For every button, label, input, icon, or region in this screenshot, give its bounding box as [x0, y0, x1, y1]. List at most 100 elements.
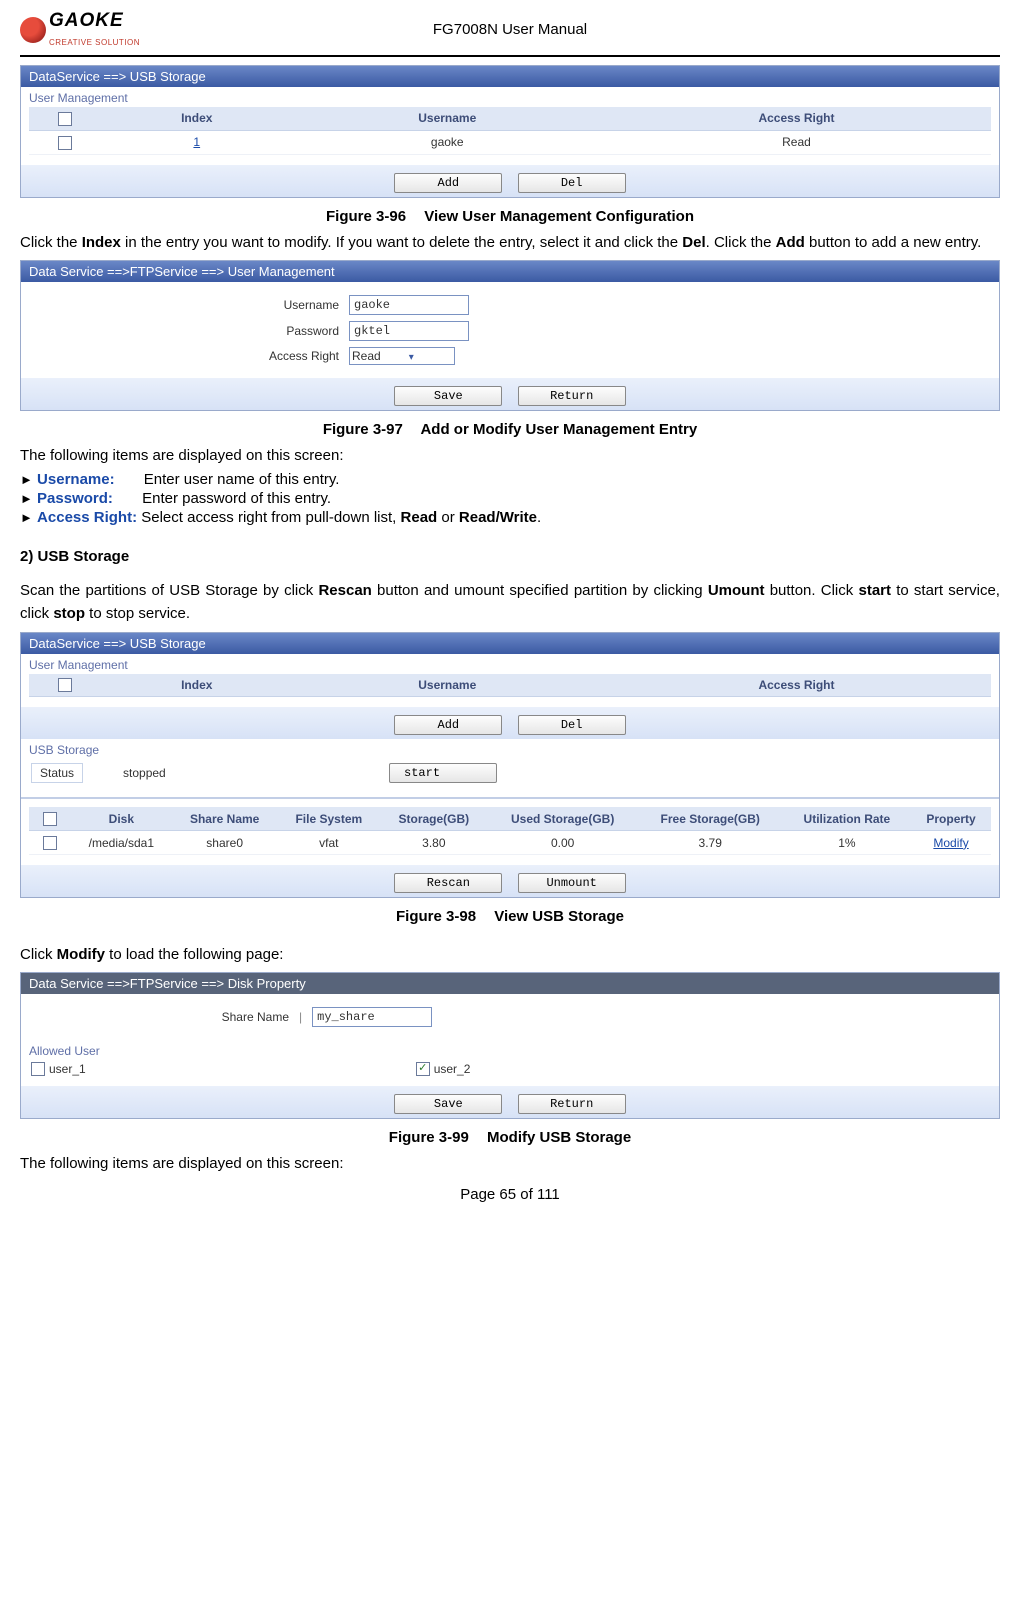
figure-98-caption: Figure 3-98 View USB Storage: [20, 908, 1000, 925]
index-link[interactable]: 1: [193, 135, 200, 149]
unmount-button[interactable]: Unmount: [518, 873, 626, 893]
fig98-usb-label: USB Storage: [21, 739, 999, 757]
brand-logo: GAOKE CREATIVE SOLUTION: [20, 10, 140, 49]
figure-title: View User Management Configuration: [424, 208, 694, 225]
cell-util: 1%: [783, 831, 911, 855]
brand-main: GAOKE: [49, 10, 124, 31]
logo-icon: [20, 17, 46, 43]
section-2-heading: 2) USB Storage: [20, 548, 1000, 565]
del-button[interactable]: Del: [518, 715, 626, 735]
page-header: GAOKE CREATIVE SOLUTION FG7008N User Man…: [20, 10, 1000, 57]
def-access-right: ► Access Right: Select access right from…: [20, 509, 1000, 526]
fig96-fieldset-label: User Management: [21, 87, 999, 105]
col-used-storage: Used Storage(GB): [488, 807, 638, 830]
user2-checkbox[interactable]: [416, 1062, 430, 1076]
col-access-right: Access Right: [602, 107, 991, 130]
select-all-checkbox[interactable]: [58, 678, 72, 692]
return-button[interactable]: Return: [518, 386, 626, 406]
table-row: 1 gaoke Read: [29, 130, 991, 154]
cell-free: 3.79: [638, 831, 783, 855]
del-button[interactable]: Del: [518, 173, 626, 193]
allowed-user-label: Allowed User: [21, 1040, 999, 1058]
cell-share: share0: [172, 831, 278, 855]
fig98-titlebar: DataService ==> USB Storage: [21, 633, 999, 654]
col-username: Username: [293, 674, 602, 697]
figure-title: Add or Modify User Management Entry: [420, 421, 697, 438]
col-free-storage: Free Storage(GB): [638, 807, 783, 830]
save-button[interactable]: Save: [394, 1094, 502, 1114]
figure-title: Modify USB Storage: [487, 1129, 631, 1146]
col-storage: Storage(GB): [380, 807, 488, 830]
doc-title: FG7008N User Manual: [140, 21, 880, 38]
figure-number: Figure 3-99: [389, 1129, 469, 1146]
start-button[interactable]: start: [389, 763, 497, 783]
status-value: stopped: [123, 766, 343, 780]
col-share-name: Share Name: [172, 807, 278, 830]
figure-number: Figure 3-98: [396, 908, 476, 925]
fig98-disk-table: Disk Share Name File System Storage(GB) …: [29, 807, 991, 855]
footer-text: The following items are displayed on thi…: [20, 1152, 1000, 1175]
add-button[interactable]: Add: [394, 173, 502, 193]
separator: [21, 797, 999, 799]
cell-username: gaoke: [293, 130, 602, 154]
figure-title: View USB Storage: [494, 908, 624, 925]
brand-sub: CREATIVE SOLUTION: [49, 38, 140, 47]
paragraph-after-96: Click the Index in the entry you want to…: [20, 231, 1000, 254]
figure-99-screenshot: Data Service ==>FTPService ==> Disk Prop…: [20, 972, 1000, 1119]
table-row: /media/sda1 share0 vfat 3.80 0.00 3.79 1…: [29, 831, 991, 855]
user1-checkbox[interactable]: [31, 1062, 45, 1076]
select-all-checkbox[interactable]: [58, 112, 72, 126]
modify-intro: Click Modify to load the following page:: [20, 943, 1000, 966]
figure-number: Figure 3-97: [323, 421, 403, 438]
user2-label: user_2: [434, 1062, 471, 1076]
cell-storage: 3.80: [380, 831, 488, 855]
cell-disk: /media/sda1: [71, 831, 172, 855]
figure-98-screenshot: DataService ==> USB Storage User Managem…: [20, 632, 1000, 898]
fig99-titlebar: Data Service ==>FTPService ==> Disk Prop…: [21, 973, 999, 994]
fig97-titlebar: Data Service ==>FTPService ==> User Mana…: [21, 261, 999, 282]
status-label: Status: [31, 763, 83, 783]
col-property: Property: [911, 807, 991, 830]
col-access-right: Access Right: [602, 674, 991, 697]
save-button[interactable]: Save: [394, 386, 502, 406]
col-file-system: File System: [278, 807, 380, 830]
section-2-paragraph: Scan the partitions of USB Storage by cl…: [20, 579, 1000, 626]
cell-fs: vfat: [278, 831, 380, 855]
return-button[interactable]: Return: [518, 1094, 626, 1114]
figure-number: Figure 3-96: [326, 208, 406, 225]
cell-access: Read: [602, 130, 991, 154]
share-name-field[interactable]: my_share: [312, 1007, 432, 1027]
label-password: Password: [29, 324, 339, 338]
label-access-right: Access Right: [29, 349, 339, 363]
username-field[interactable]: gaoke: [349, 295, 469, 315]
password-field[interactable]: gktel: [349, 321, 469, 341]
col-username: Username: [293, 107, 602, 130]
def-password: ► Password: Enter password of this entry…: [20, 490, 1000, 507]
col-utilization-rate: Utilization Rate: [783, 807, 911, 830]
fig96-titlebar: DataService ==> USB Storage: [21, 66, 999, 87]
user1-label: user_1: [49, 1062, 86, 1076]
displayed-intro: The following items are displayed on thi…: [20, 444, 1000, 467]
label-share-name: Share Name: [29, 1010, 289, 1024]
label-username: Username: [29, 298, 339, 312]
col-index: Index: [101, 674, 293, 697]
figure-96-screenshot: DataService ==> USB Storage User Managem…: [20, 65, 1000, 198]
row-checkbox[interactable]: [58, 136, 72, 150]
col-disk: Disk: [71, 807, 172, 830]
add-button[interactable]: Add: [394, 715, 502, 735]
def-username: ► Username: Enter user name of this entr…: [20, 471, 1000, 488]
access-right-select[interactable]: Read▾: [349, 347, 455, 365]
col-index: Index: [101, 107, 293, 130]
fig98-user-table: Index Username Access Right: [29, 674, 991, 698]
figure-99-caption: Figure 3-99 Modify USB Storage: [20, 1129, 1000, 1146]
figure-97-caption: Figure 3-97 Add or Modify User Managemen…: [20, 421, 1000, 438]
page-footer: Page 65 of 111: [20, 1186, 1000, 1203]
cell-used: 0.00: [488, 831, 638, 855]
row-checkbox[interactable]: [43, 836, 57, 850]
rescan-button[interactable]: Rescan: [394, 873, 502, 893]
fig98-um-label: User Management: [21, 654, 999, 672]
modify-link[interactable]: Modify: [933, 836, 968, 850]
chevron-down-icon: ▾: [381, 352, 414, 363]
select-all-checkbox[interactable]: [43, 812, 57, 826]
allowed-user-row: user_1 user_2: [21, 1058, 999, 1086]
